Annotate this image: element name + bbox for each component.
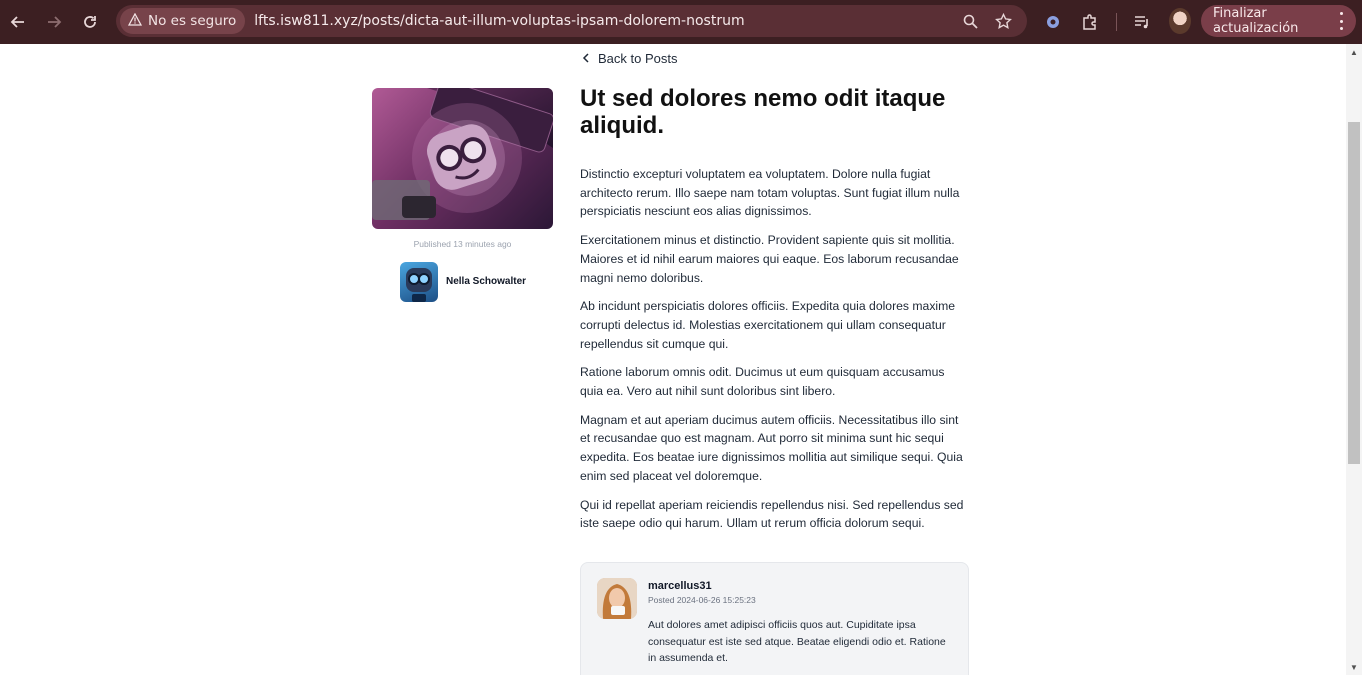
browser-toolbar: No es seguro lfts.isw811.xyz/posts/dicta… [0,0,1362,44]
comment-date: Posted 2024-06-26 15:25:23 [648,595,756,605]
star-icon[interactable] [992,10,1014,32]
post-paragraph: Distinctio excepturi voluptatem ea volup… [580,167,960,219]
scroll-down-arrow[interactable]: ▼ [1349,663,1359,673]
chevron-left-icon [582,52,590,66]
scroll-up-arrow[interactable]: ▲ [1349,48,1359,58]
update-button[interactable]: Finalizar actualización [1201,5,1356,37]
extension-gear-icon[interactable] [1040,9,1066,35]
author-name[interactable]: Nella Schowalter [446,276,526,287]
puzzle-icon[interactable] [1077,9,1103,35]
toolbar-divider [1116,13,1117,31]
author-avatar [400,262,438,302]
back-link-label: Back to Posts [598,51,678,66]
media-queue-icon[interactable] [1129,9,1155,35]
post-paragraph: Qui id repellat aperiam reiciendis repel… [580,497,964,531]
post-paragraph: Magnam et aut aperiam ducimus autem offi… [580,412,963,483]
security-chip[interactable]: No es seguro [120,8,246,34]
back-icon[interactable] [5,9,31,35]
post-title: Ut sed dolores nemo odit itaque aliquid. [580,85,946,139]
comment-avatar [597,578,637,619]
zoom-icon[interactable] [959,10,981,32]
update-button-label: Finalizar actualización [1213,6,1299,36]
profile-avatar[interactable] [1169,8,1191,34]
back-to-posts-link[interactable]: Back to Posts [582,51,677,66]
post-body: Distinctio excepturi voluptatem ea volup… [580,165,970,543]
comment-username[interactable]: marcellus31 [648,580,712,592]
comment-text: Aut dolores amet adipisci officiis quos … [648,619,946,664]
more-vert-icon [1340,12,1344,30]
forward-icon[interactable] [41,9,67,35]
post-thumbnail [372,88,553,229]
post-paragraph: Ab incidunt perspiciatis dolores officii… [580,299,956,351]
security-label: No es seguro [148,13,237,29]
post-paragraph: Exercitationem minus et distinctio. Prov… [580,233,959,285]
scroll-thumb[interactable] [1348,122,1360,464]
address-bar[interactable]: No es seguro lfts.isw811.xyz/posts/dicta… [116,5,1027,37]
post-paragraph: Ratione laborum omnis odit. Ducimus ut e… [580,365,945,399]
warning-icon [127,12,143,30]
reload-icon[interactable] [77,9,103,35]
url-text[interactable]: lfts.isw811.xyz/posts/dicta-aut-illum-vo… [254,13,744,29]
published-time: Published 13 minutes ago [413,239,512,249]
